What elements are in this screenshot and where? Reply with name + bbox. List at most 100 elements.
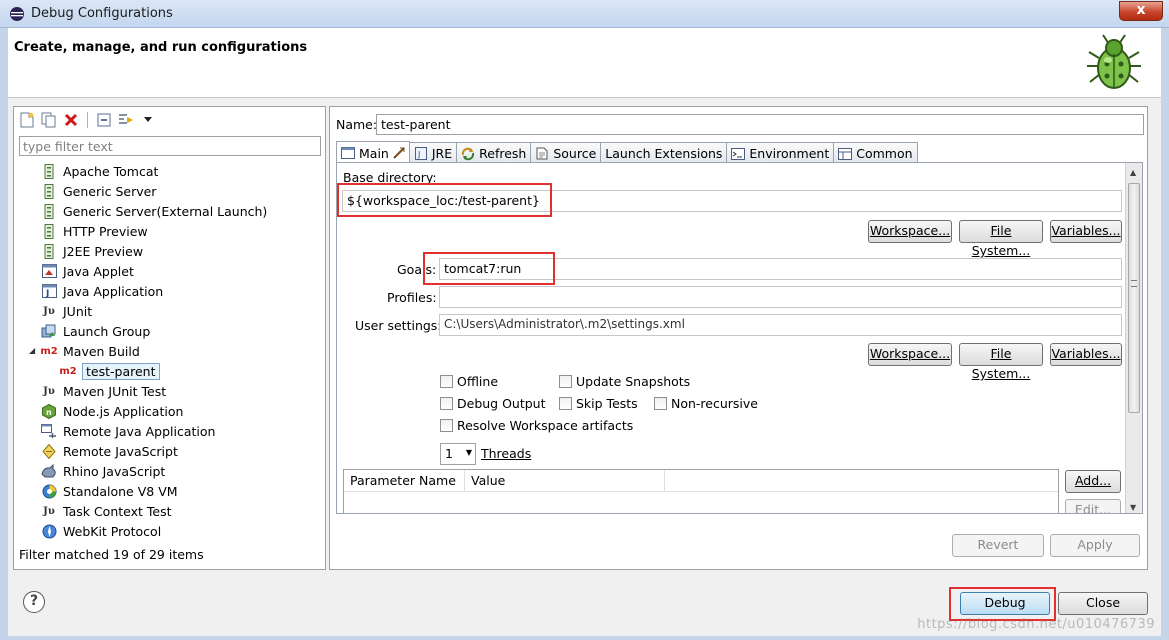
refresh-icon bbox=[461, 147, 475, 161]
tab-main[interactable]: Main bbox=[336, 141, 410, 162]
profiles-input[interactable] bbox=[439, 286, 1122, 308]
add-parameter-button[interactable]: Add... bbox=[1065, 470, 1121, 493]
parameter-table[interactable]: Parameter Name Value bbox=[343, 469, 1059, 513]
tree-item-generic-server-external[interactable]: Generic Server(External Launch) bbox=[14, 201, 325, 221]
delete-x-icon bbox=[64, 113, 78, 127]
tree-item-test-parent[interactable]: m2 test-parent bbox=[14, 361, 325, 381]
new-configuration-button[interactable] bbox=[18, 111, 36, 129]
new-file-icon bbox=[20, 112, 34, 128]
tree-item-remote-java-application[interactable]: Remote Java Application bbox=[14, 421, 325, 441]
skip-tests-checkbox[interactable]: Skip Tests bbox=[559, 396, 638, 411]
server-icon bbox=[41, 203, 57, 219]
junit-icon: Jυ bbox=[43, 305, 55, 317]
launch-group-icon bbox=[41, 323, 57, 339]
tree-item-maven-build[interactable]: ◢ m2 Maven Build bbox=[14, 341, 325, 361]
title-bar: Debug Configurations x bbox=[0, 0, 1169, 28]
variables-button-1[interactable]: Variables... bbox=[1050, 220, 1122, 243]
checkbox-box bbox=[440, 397, 453, 410]
filter-dropdown-arrow[interactable] bbox=[139, 111, 157, 129]
tab-source[interactable]: Source bbox=[530, 142, 602, 162]
debug-bug-icon bbox=[1087, 34, 1141, 89]
debug-button[interactable]: Debug bbox=[960, 592, 1050, 615]
maven-icon: m2 bbox=[59, 365, 77, 377]
offline-checkbox[interactable]: Offline bbox=[440, 374, 498, 389]
tree-item-apache-tomcat[interactable]: Apache Tomcat bbox=[14, 161, 325, 181]
tree-item-webkit-protocol[interactable]: WebKit Protocol bbox=[14, 521, 325, 541]
filter-status-text: Filter matched 19 of 29 items bbox=[19, 547, 204, 562]
collapse-all-button[interactable] bbox=[95, 111, 113, 129]
threads-label: Threads bbox=[481, 446, 532, 461]
checkbox-box bbox=[559, 375, 572, 388]
workspace-button-1[interactable]: Workspace... bbox=[868, 220, 952, 243]
tree-item-java-applet[interactable]: Java Applet bbox=[14, 261, 325, 281]
edit-parameter-button[interactable]: Edit... bbox=[1065, 499, 1121, 513]
tree-item-standalone-v8-vm[interactable]: Standalone V8 VM bbox=[14, 481, 325, 501]
maven-icon: m2 bbox=[40, 345, 58, 357]
server-icon bbox=[41, 183, 57, 199]
name-input[interactable]: test-parent bbox=[376, 114, 1144, 135]
delete-button[interactable] bbox=[62, 111, 80, 129]
junit-icon: Jυ bbox=[43, 505, 55, 517]
user-settings-input[interactable]: C:\Users\Administrator\.m2\settings.xml bbox=[439, 314, 1122, 336]
window-close-button[interactable]: x bbox=[1119, 1, 1163, 21]
header-banner: Create, manage, and run configurations bbox=[8, 28, 1161, 98]
tree-item-nodejs-application[interactable]: n Node.js Application bbox=[14, 401, 325, 421]
window-frame-right bbox=[1161, 28, 1169, 640]
checkbox-box bbox=[559, 397, 572, 410]
tree-item-http-preview[interactable]: HTTP Preview bbox=[14, 221, 325, 241]
rhino-icon bbox=[41, 463, 57, 479]
tree-item-task-context-test[interactable]: Jυ Task Context Test bbox=[14, 501, 325, 521]
tab-refresh[interactable]: Refresh bbox=[456, 142, 532, 162]
scrollbar-thumb[interactable] bbox=[1128, 183, 1140, 413]
main-tab-scrollbar[interactable]: ▲ ▼ bbox=[1125, 163, 1142, 513]
tree-item-java-application[interactable]: J Java Application bbox=[14, 281, 325, 301]
remote-java-icon bbox=[41, 423, 57, 439]
non-recursive-checkbox[interactable]: Non-recursive bbox=[654, 396, 758, 411]
webkit-icon bbox=[41, 523, 57, 539]
workspace-button-2[interactable]: Workspace... bbox=[868, 343, 952, 366]
file-system-button-2[interactable]: File System... bbox=[959, 343, 1043, 381]
user-settings-label: User settings: bbox=[355, 318, 442, 333]
filter-input[interactable] bbox=[19, 136, 321, 156]
tree-item-junit[interactable]: Jυ JUnit bbox=[14, 301, 325, 321]
goals-label: Goals: bbox=[397, 262, 437, 277]
duplicate-button[interactable] bbox=[40, 111, 58, 129]
tree-item-rhino-javascript[interactable]: Rhino JavaScript bbox=[14, 461, 325, 481]
v8-icon bbox=[41, 483, 57, 499]
tab-jre[interactable]: J JRE bbox=[408, 142, 458, 162]
parameter-table-header: Parameter Name Value bbox=[344, 470, 1058, 492]
variables-button-2[interactable]: Variables... bbox=[1050, 343, 1122, 366]
threads-select[interactable]: 1 ▼ bbox=[440, 443, 476, 465]
eclipse-icon bbox=[10, 7, 24, 21]
resolve-workspace-checkbox[interactable]: Resolve Workspace artifacts bbox=[440, 418, 633, 433]
tab-environment[interactable]: Environment bbox=[726, 142, 835, 162]
checkbox-box bbox=[440, 375, 453, 388]
svg-text:J: J bbox=[45, 289, 49, 298]
tree-item-generic-server[interactable]: Generic Server bbox=[14, 181, 325, 201]
goals-input[interactable]: tomcat7:run bbox=[439, 258, 1122, 280]
scroll-down-arrow-icon[interactable]: ▼ bbox=[1130, 503, 1136, 512]
apply-button[interactable]: Apply bbox=[1050, 534, 1140, 557]
update-snapshots-checkbox[interactable]: Update Snapshots bbox=[559, 374, 690, 389]
debug-output-checkbox[interactable]: Debug Output bbox=[440, 396, 546, 411]
close-button[interactable]: Close bbox=[1058, 592, 1148, 615]
base-directory-input[interactable]: ${workspace_loc:/test-parent} bbox=[342, 190, 1122, 212]
help-icon[interactable]: ? bbox=[23, 591, 45, 613]
scroll-up-arrow-icon[interactable]: ▲ bbox=[1130, 168, 1136, 177]
window-frame-bottom bbox=[0, 636, 1169, 640]
file-system-button-1[interactable]: File System... bbox=[959, 220, 1043, 258]
base-directory-label: Base directory: bbox=[343, 170, 437, 185]
column-value: Value bbox=[465, 470, 665, 491]
tree-item-maven-junit-test[interactable]: Jυ Maven JUnit Test bbox=[14, 381, 325, 401]
collapse-arrow-icon[interactable]: ◢ bbox=[29, 346, 35, 355]
filter-button[interactable] bbox=[117, 111, 135, 129]
revert-button[interactable]: Revert bbox=[952, 534, 1044, 557]
window-title: Debug Configurations bbox=[31, 6, 173, 21]
remote-js-icon bbox=[41, 443, 57, 459]
tree-item-remote-javascript[interactable]: Remote JavaScript bbox=[14, 441, 325, 461]
tree-item-launch-group[interactable]: Launch Group bbox=[14, 321, 325, 341]
tab-common[interactable]: Common bbox=[833, 142, 918, 162]
tab-launch-extensions[interactable]: Launch Extensions bbox=[600, 142, 728, 162]
server-icon bbox=[41, 243, 57, 259]
tree-item-j2ee-preview[interactable]: J2EE Preview bbox=[14, 241, 325, 261]
